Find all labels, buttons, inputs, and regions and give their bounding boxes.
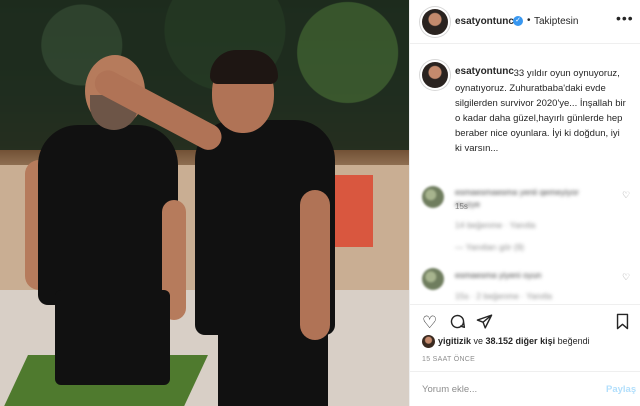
view-replies-link[interactable]: — Yanıtları gör (9)	[455, 242, 524, 252]
post-actions: ♡	[410, 304, 640, 338]
post-side-panel: esatyontunc ✓ • Takiptesin ••• esatyontu…	[409, 0, 640, 406]
likes-text: yigitizik ve 38.152 diğer kişi beğendi	[438, 336, 590, 346]
post-header: esatyontunc ✓ • Takiptesin •••	[410, 0, 640, 44]
more-options-icon[interactable]: •••	[616, 10, 634, 26]
photo-sign	[335, 175, 373, 247]
comment-input[interactable]: Yorum ekle...	[422, 384, 477, 395]
verified-badge-icon: ✓	[513, 16, 523, 26]
post-timestamp: 15 SAAT ÖNCE	[422, 356, 476, 363]
caption-body: 33 yıldır oyun oynuyoruz, oynatıyoruz. Z…	[455, 68, 626, 154]
comment-meta[interactable]: 15s · 2 beğenme · Yanıtla	[455, 291, 552, 301]
bookmark-icon[interactable]	[615, 313, 630, 335]
person-right-arm	[300, 190, 330, 340]
author-username[interactable]: esatyontunc	[455, 16, 514, 27]
caption-text: esatyontunc 33 yıldır oyun oynuyoruz, oy…	[455, 66, 627, 156]
liker-avatar[interactable]	[422, 335, 435, 348]
comment-meta[interactable]: 14 beğenme · Yanıtla	[455, 220, 536, 230]
comment-text: esmaesmaesma yenii qemeyiyor	[455, 187, 579, 197]
comment-avatar[interactable]	[422, 268, 444, 290]
likes-count[interactable]: 38.152 diğer kişi	[486, 336, 556, 346]
comment-heart-icon[interactable]: ♡	[622, 190, 630, 201]
liker-username[interactable]: yigitizik	[438, 336, 471, 346]
likes-connector: ve	[471, 336, 486, 346]
post-photo[interactable]	[0, 0, 409, 406]
comment-icon[interactable]	[449, 313, 466, 335]
comment-heart-icon[interactable]: ♡	[622, 272, 630, 283]
separator-dot: •	[527, 15, 531, 26]
caption-avatar[interactable]	[422, 62, 448, 88]
comment-text-continued: muzye	[455, 199, 481, 209]
post-comment-button[interactable]: Paylaş	[606, 384, 636, 395]
comment-avatar[interactable]	[422, 186, 444, 208]
likes-suffix: beğendi	[555, 336, 590, 346]
follow-status-button[interactable]: Takiptesin	[534, 16, 578, 27]
comment-text: esmaesma yiyeni oyun	[455, 270, 542, 280]
share-icon[interactable]	[476, 313, 493, 335]
person-right-hair	[210, 50, 278, 84]
person-left-shorts	[55, 290, 170, 385]
heart-icon[interactable]: ♡	[422, 313, 437, 333]
add-comment-bar: Yorum ekle... Paylaş	[410, 371, 640, 406]
person-left-shirt	[38, 125, 178, 305]
author-avatar[interactable]	[422, 9, 448, 35]
